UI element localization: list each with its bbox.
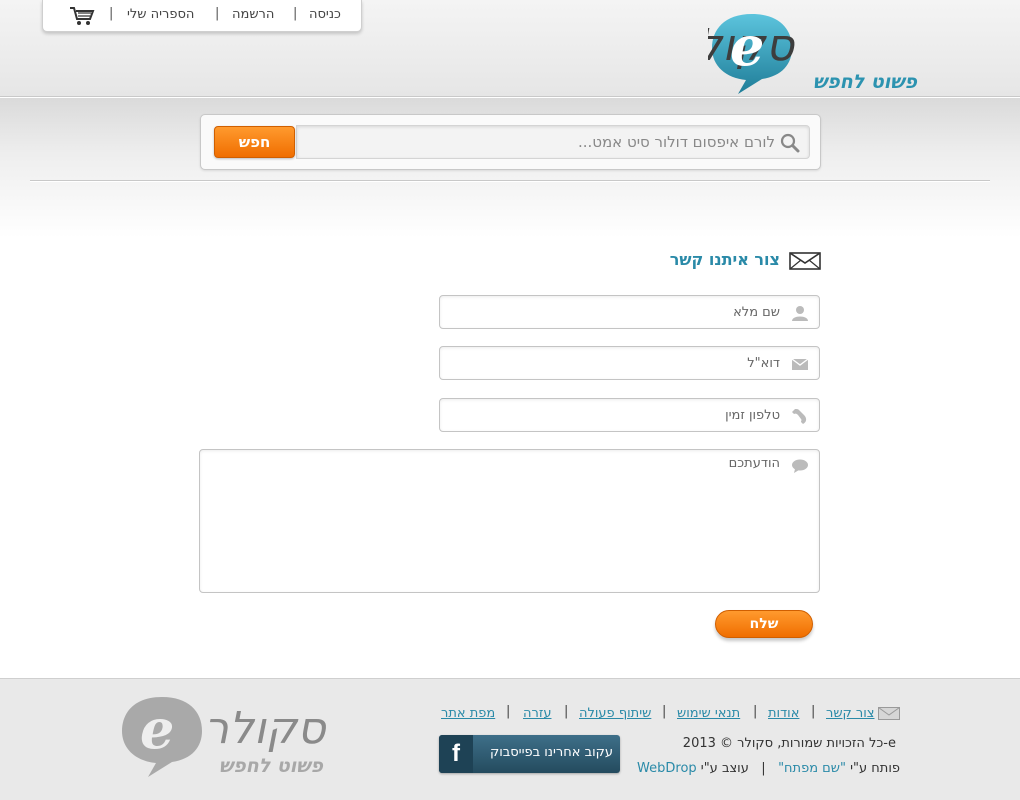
developer-link[interactable]: "שם מפתח" bbox=[778, 761, 846, 776]
logo-tagline: פשוט לחפש bbox=[812, 71, 917, 93]
nav-login-link[interactable]: כניסה bbox=[309, 7, 341, 22]
nav-separator: | bbox=[109, 6, 114, 21]
search-icon bbox=[780, 133, 800, 153]
credit-divider: | bbox=[761, 761, 766, 776]
top-nav-bar: כניסה | הרשמה | הספריה שלי | bbox=[42, 0, 362, 32]
designer-link[interactable]: WebDrop bbox=[637, 761, 697, 776]
shopping-cart-icon[interactable] bbox=[69, 6, 95, 26]
user-icon bbox=[792, 306, 808, 321]
footer-link-partnership[interactable]: שיתוף פעולה bbox=[579, 706, 651, 721]
footer-logo-e-letter: e bbox=[140, 697, 175, 761]
footer-link-sitemap[interactable]: מפת אתר bbox=[441, 706, 495, 721]
footer-link-contact[interactable]: צור קשר bbox=[826, 706, 875, 721]
contact-title: צור איתנו קשר bbox=[669, 250, 780, 269]
email-field[interactable] bbox=[439, 346, 820, 380]
search-field[interactable] bbox=[296, 125, 810, 159]
footer-logo-tagline: פשוט לחפש bbox=[218, 755, 323, 777]
footer-separator: | bbox=[662, 704, 667, 719]
footer-separator: | bbox=[564, 704, 569, 719]
full-name-input[interactable] bbox=[450, 296, 780, 328]
nav-my-library-link[interactable]: הספריה שלי bbox=[127, 7, 194, 22]
footer-separator: | bbox=[506, 704, 511, 719]
full-name-field[interactable] bbox=[439, 295, 820, 329]
credit-line: פותח ע"י "שם מפתח" | עוצב ע"י WebDrop bbox=[600, 761, 900, 776]
divider bbox=[30, 180, 990, 181]
footer-link-terms[interactable]: תנאי שימוש bbox=[677, 706, 740, 721]
phone-icon bbox=[792, 409, 807, 424]
footer-mail-icon bbox=[878, 707, 900, 720]
footer-separator: | bbox=[753, 704, 758, 719]
mail-icon bbox=[791, 358, 809, 370]
developed-by-label: פותח ע"י bbox=[850, 761, 900, 776]
facebook-follow-button[interactable]: f עקוב אחרינו בפייסבוק bbox=[439, 735, 620, 773]
phone-field[interactable] bbox=[439, 398, 820, 432]
speech-bubble-icon bbox=[792, 459, 808, 473]
nav-separator: | bbox=[293, 6, 298, 21]
footer-separator: | bbox=[811, 704, 816, 719]
envelope-icon bbox=[789, 252, 821, 270]
send-button[interactable]: שלח bbox=[715, 610, 813, 638]
facebook-follow-label: עקוב אחרינו בפייסבוק bbox=[489, 745, 613, 760]
nav-register-link[interactable]: הרשמה bbox=[232, 7, 274, 22]
footer-link-about[interactable]: אודות bbox=[768, 706, 799, 721]
email-input[interactable] bbox=[450, 347, 780, 379]
search-input[interactable] bbox=[305, 126, 775, 158]
message-field[interactable] bbox=[199, 449, 820, 593]
logo-e-letter: e bbox=[730, 14, 765, 78]
facebook-icon: f bbox=[439, 735, 473, 773]
designed-by-label: עוצב ע"י bbox=[700, 761, 749, 776]
footer-logo-wordmark: סקולר bbox=[204, 703, 327, 754]
nav-separator: | bbox=[215, 6, 220, 21]
search-button[interactable]: חפש bbox=[214, 126, 295, 158]
phone-input[interactable] bbox=[450, 399, 780, 431]
message-textarea[interactable] bbox=[210, 456, 780, 584]
footer-link-help[interactable]: עזרה bbox=[523, 706, 551, 721]
copyright-text: 2013 © כל הזכויות שמורות, סקולר-e bbox=[682, 736, 896, 751]
